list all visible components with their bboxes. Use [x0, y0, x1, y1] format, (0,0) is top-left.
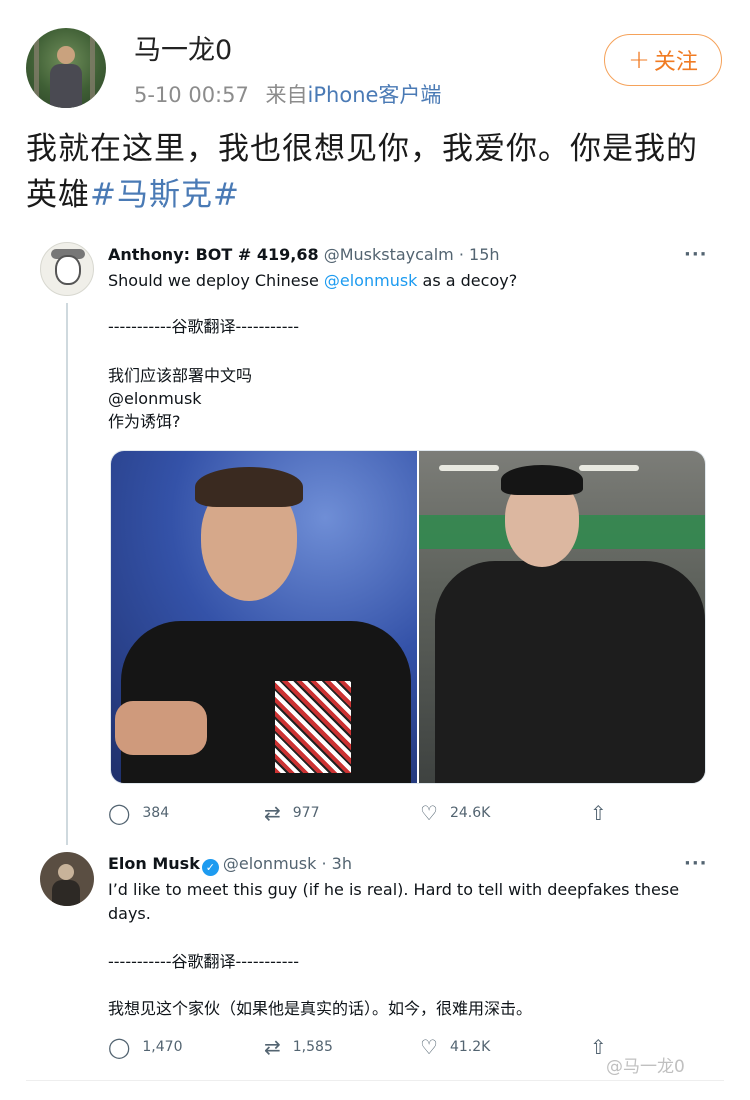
tweet1-handle: @Muskstaycalm · 15h	[323, 245, 500, 264]
weibo-watermark: @马一龙0	[606, 1057, 685, 1077]
tweet1-text-end: as a decoy?	[417, 271, 518, 290]
retweet-icon: ⇄	[264, 1035, 281, 1059]
tweet1-photo	[110, 450, 706, 784]
tweet1-translation-line2: @elonmusk	[108, 389, 202, 408]
tweet2-translation: 我想见这个家伙（如果他是真实的话）。如今，很难用深击。	[108, 999, 533, 1018]
thread-line	[66, 303, 68, 845]
tweet1-text: Should we deploy Chinese @elonmusk as a …	[108, 269, 517, 293]
post-meta: 5-10 00:57 来自iPhone客户端	[134, 79, 441, 109]
retweet-icon: ⇄	[264, 801, 281, 825]
share-icon: ⇧	[590, 1035, 607, 1059]
tweet1-translation-line1: 我们应该部署中文吗	[108, 366, 253, 385]
like-count: 24.6K	[449, 805, 491, 821]
tweet2-actions: ◯ 1,470 ⇄ 1,585 ♡ 41.2K ⇧	[108, 1035, 628, 1059]
more-icon: ···	[684, 244, 708, 265]
follow-button[interactable]: + 关注	[604, 34, 722, 86]
post-source[interactable]: iPhone客户端	[308, 83, 442, 107]
post-timestamp: 5-10 00:57	[134, 83, 249, 107]
tweet1-actions: ◯ 384 ⇄ 977 ♡ 24.6K ⇧	[108, 801, 628, 825]
retweet-count: 1,585	[292, 1039, 333, 1055]
tweet1-reply-button[interactable]: ◯ 384	[108, 801, 169, 825]
reply-icon: ◯	[108, 801, 131, 825]
reply-icon: ◯	[108, 1035, 131, 1059]
tweet2-avatar	[40, 852, 94, 906]
source-prefix: 来自	[265, 83, 308, 107]
tweet2-text-line1: I’d like to meet this guy (if he is real…	[108, 880, 680, 899]
follow-label: 关注	[653, 50, 698, 75]
reply-count: 1,470	[142, 1039, 183, 1055]
tweet1-translation-line3: 作为诱饵?	[108, 412, 181, 431]
tweet1-header: Anthony: BOT # 419,68 @Muskstaycalm · 15…	[108, 245, 500, 264]
heart-icon: ♡	[420, 1035, 438, 1059]
like-count: 41.2K	[449, 1039, 491, 1055]
retweet-count: 977	[292, 805, 320, 821]
author-name[interactable]: 马一龙0	[134, 28, 232, 67]
hashtag-link[interactable]: #马斯克#	[90, 177, 240, 213]
tweet1-avatar	[40, 242, 94, 296]
verified-badge-icon: ✓	[201, 859, 219, 876]
mention-link: @elonmusk	[323, 271, 418, 290]
plus-icon: +	[628, 45, 650, 75]
tweet1-like-button[interactable]: ♡ 24.6K	[420, 801, 490, 825]
tweet1-retweet-button[interactable]: ⇄ 977	[264, 801, 320, 825]
tweet2-handle: @elonmusk · 3h	[222, 854, 352, 873]
tweet1-text-start: Should we deploy Chinese	[108, 271, 324, 290]
share-icon: ⇧	[590, 801, 607, 825]
tweet2-separator: -----------谷歌翻译-----------	[108, 952, 300, 971]
more-icon: ···	[684, 853, 708, 874]
tweet1-separator: -----------谷歌翻译-----------	[108, 317, 300, 336]
reply-count: 384	[142, 805, 170, 821]
tweet1-share-button[interactable]: ⇧	[590, 801, 619, 825]
heart-icon: ♡	[420, 801, 438, 825]
tweet2-retweet-button[interactable]: ⇄ 1,585	[264, 1035, 333, 1059]
post-text: 我就在这里，我也很想见你，我爱你。你是我的英雄#马斯克#	[26, 126, 726, 218]
tweet1-name: Anthony: BOT # 419,68	[108, 245, 319, 264]
tweet2-name: Elon Musk	[108, 854, 200, 873]
tweet2-reply-button[interactable]: ◯ 1,470	[108, 1035, 182, 1059]
divider	[26, 1080, 724, 1081]
author-avatar[interactable]	[26, 28, 106, 108]
tweet2-header: Elon Musk ✓ @elonmusk · 3h	[108, 854, 352, 876]
tweet2-like-button[interactable]: ♡ 41.2K	[420, 1035, 490, 1059]
tweet2-text-line2: days.	[108, 904, 151, 923]
